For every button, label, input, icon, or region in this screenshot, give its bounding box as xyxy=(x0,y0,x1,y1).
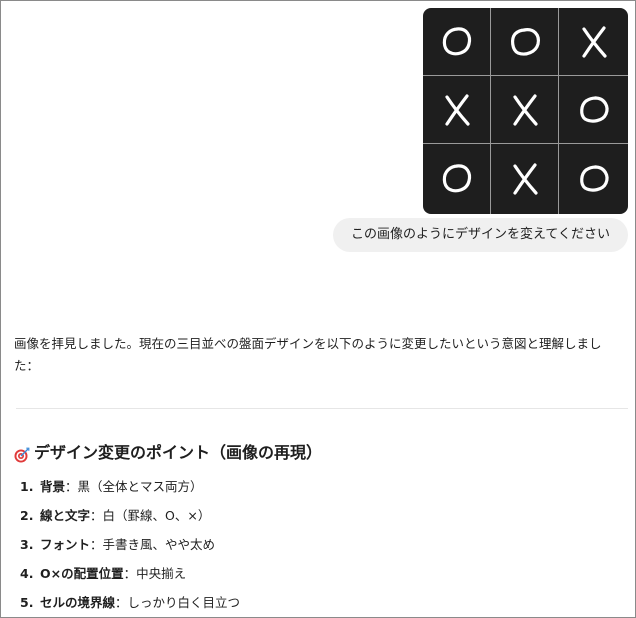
list-item: 4. O×の配置位置：中央揃え xyxy=(20,559,240,588)
list-item: 3. フォント：手書き風、やや太め xyxy=(20,530,240,559)
o-mark-icon xyxy=(579,165,609,192)
design-points-list: 1. 背景：黒（全体とマス両方） 2. 線と文字：白（罫線、O、×） 3. フォント：… xyxy=(20,472,240,617)
o-mark-icon xyxy=(579,95,609,123)
board-cell xyxy=(491,144,559,214)
list-item-number: 5. xyxy=(20,595,34,610)
x-mark-icon xyxy=(581,25,607,58)
section-heading-text: デザイン変更のポイント（画像の再現） xyxy=(34,443,323,462)
o-mark-icon xyxy=(510,27,540,56)
target-icon xyxy=(14,446,30,463)
list-item-term: セルの境界線 xyxy=(40,595,116,610)
list-item-number: 3. xyxy=(20,537,34,552)
list-item-desc: ：黒（全体とマス両方） xyxy=(65,479,203,494)
user-message-bubble: この画像のようにデザインを変えてください xyxy=(333,218,628,252)
list-item-desc: ：中央揃え xyxy=(123,566,187,581)
board-cell xyxy=(559,76,628,144)
list-item-term: フォント xyxy=(40,537,91,552)
list-item-term: 線と文字 xyxy=(40,508,91,523)
list-item-number: 2. xyxy=(20,508,34,523)
board-cell xyxy=(491,76,559,144)
list-item-term: O×の配置位置 xyxy=(40,566,124,581)
user-message-text: この画像のようにデザインを変えてください xyxy=(351,227,610,242)
assistant-message: 画像を拝見しました。現在の三目並べの盤面デザインを以下のように変更したいという意… xyxy=(14,333,626,377)
list-item-term: 背景 xyxy=(40,479,66,494)
list-item-number: 1. xyxy=(20,479,34,494)
board-cell xyxy=(423,76,491,144)
board-cell xyxy=(423,8,491,76)
list-item: 5. セルの境界線：しっかり白く目立つ xyxy=(20,588,240,617)
section-heading: デザイン変更のポイント（画像の再現） xyxy=(14,441,322,465)
o-mark-icon xyxy=(442,26,471,55)
board-cell xyxy=(423,144,491,214)
list-item-desc: ：しっかり白く目立つ xyxy=(115,595,241,610)
list-item-desc: ：白（罫線、O、×） xyxy=(90,508,211,523)
uploaded-image[interactable] xyxy=(423,8,628,214)
x-mark-icon xyxy=(512,93,538,126)
list-item-desc: ：手書き風、やや太め xyxy=(90,537,216,552)
list-item: 1. 背景：黒（全体とマス両方） xyxy=(20,472,240,501)
x-mark-icon xyxy=(444,93,470,126)
list-item: 2. 線と文字：白（罫線、O、×） xyxy=(20,501,240,530)
list-item-number: 4. xyxy=(20,566,34,581)
tic-tac-toe-board xyxy=(423,8,628,214)
o-mark-icon xyxy=(442,164,471,193)
board-cell xyxy=(559,8,628,76)
x-mark-icon xyxy=(512,163,538,195)
board-cell xyxy=(491,8,559,76)
board-cell xyxy=(559,144,628,214)
divider xyxy=(16,408,628,409)
assistant-intro-text: 画像を拝見しました。現在の三目並べの盤面デザインを以下のように変更したいという意… xyxy=(14,336,602,373)
